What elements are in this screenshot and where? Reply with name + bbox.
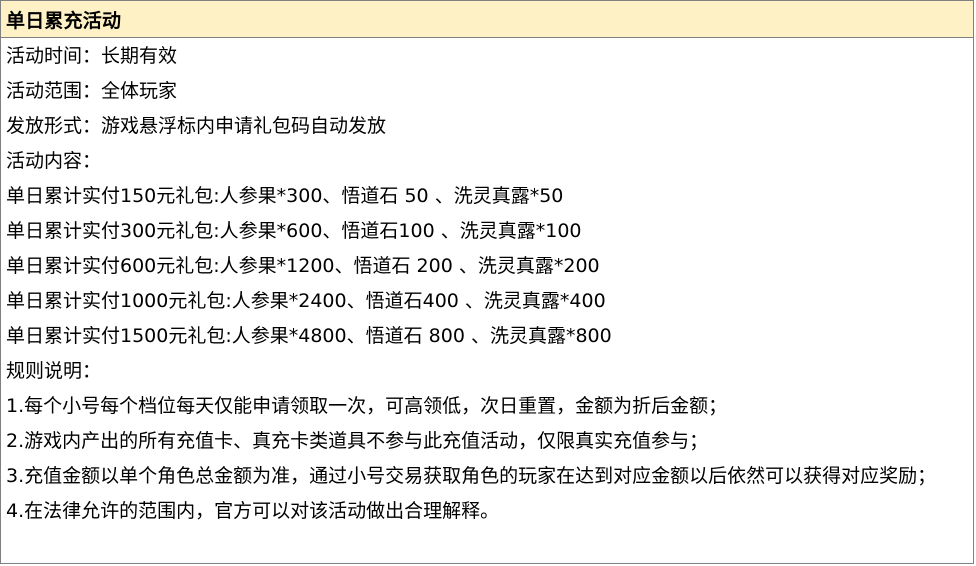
page-title: 单日累充活动: [6, 9, 122, 32]
activity-content: 活动时间：长期有效 活动范围：全体玩家 发放形式：游戏悬浮标内申请礼包码自动发放…: [1, 38, 973, 529]
reward-tier-1500: 单日累计实付1500元礼包:人参果*4800、悟道石 800 、洗灵真露*800: [6, 325, 612, 347]
activity-content-heading: 活动内容：: [6, 150, 102, 172]
activity-sheet: 单日累充活动 活动时间：长期有效 活动范围：全体玩家 发放形式：游戏悬浮标内申请…: [0, 0, 974, 564]
rule-2: 2.游戏内产出的所有充值卡、真充卡类道具不参与此充值活动，仅限真实充值参与；: [6, 430, 709, 452]
reward-tier-1000: 单日累计实付1000元礼包:人参果*2400、悟道石400 、洗灵真露*400: [6, 290, 606, 312]
rule-3: 3.充值金额以单个角色总金额为准，通过小号交易获取角色的玩家在达到对应金额以后依…: [6, 465, 937, 487]
reward-tier-600: 单日累计实付600元礼包:人参果*1200、悟道石 200 、洗灵真露*200: [6, 255, 600, 277]
activity-scope: 活动范围：全体玩家: [6, 80, 178, 102]
rules-heading: 规则说明：: [6, 360, 102, 382]
header-bar: 单日累充活动: [1, 1, 973, 38]
rule-1: 1.每个小号每个档位每天仅能申请领取一次，可高领低，次日重置，金额为折后金额；: [6, 395, 728, 417]
activity-time: 活动时间：长期有效: [6, 45, 178, 67]
rule-4: 4.在法律允许的范围内，官方可以对该活动做出合理解释。: [6, 500, 500, 522]
reward-tier-300: 单日累计实付300元礼包:人参果*600、悟道石100 、洗灵真露*100: [6, 220, 582, 242]
distribution-method: 发放形式：游戏悬浮标内申请礼包码自动发放: [6, 115, 387, 137]
reward-tier-150: 单日累计实付150元礼包:人参果*300、悟道石 50 、洗灵真露*50: [6, 185, 564, 207]
